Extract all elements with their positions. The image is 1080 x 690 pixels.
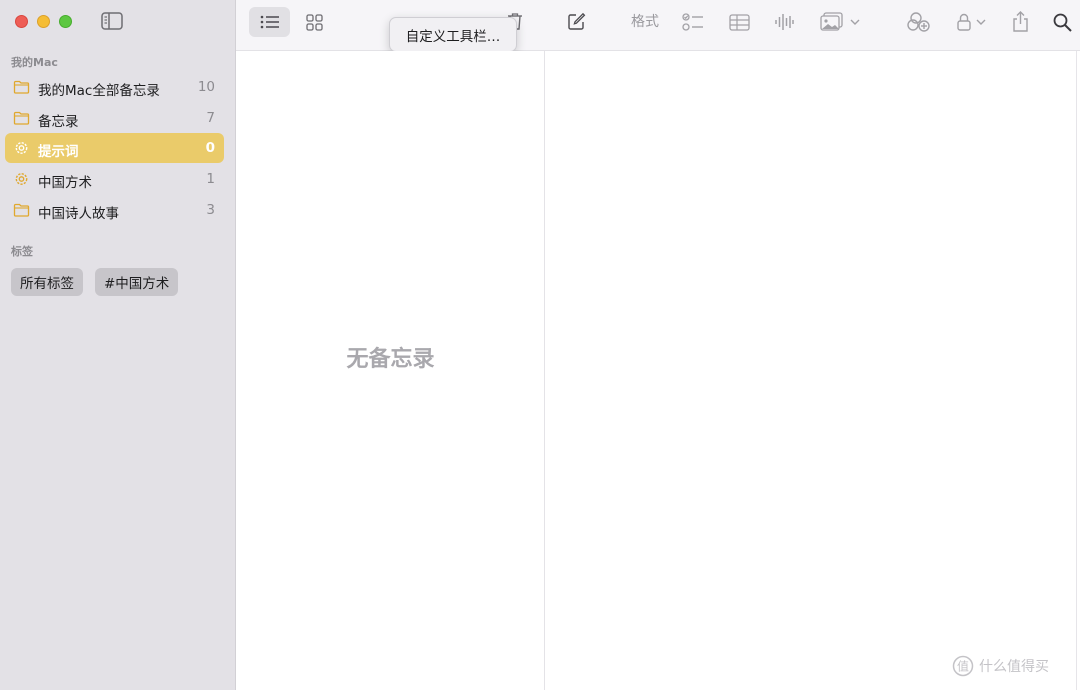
tag-all-tags[interactable]: 所有标签	[11, 268, 83, 296]
new-note-button[interactable]	[563, 8, 589, 34]
format-button[interactable]: 格式	[626, 10, 664, 32]
sidebar-folder-chinese-arts[interactable]: 中国方术 1	[5, 164, 224, 194]
folder-label: 我的Mac全部备忘录	[38, 83, 160, 99]
sidebar-toggle-icon[interactable]	[101, 12, 123, 30]
table-icon	[728, 13, 750, 31]
gallery-view-button[interactable]	[299, 7, 329, 37]
folder-count: 3	[206, 202, 215, 218]
checklist-icon	[682, 12, 704, 32]
media-button[interactable]	[816, 10, 864, 34]
gear-icon	[13, 171, 30, 187]
window-minimize-button[interactable]	[37, 15, 50, 28]
chevron-down-icon	[976, 18, 986, 26]
compose-icon	[567, 12, 586, 31]
checklist-button[interactable]	[680, 10, 706, 34]
folder-label: 提示词	[38, 144, 79, 160]
window-close-button[interactable]	[15, 15, 28, 28]
waveform-icon	[774, 13, 794, 31]
link-add-icon	[907, 11, 931, 33]
note-list: 无备忘录	[236, 51, 545, 690]
tag-chinese-arts[interactable]: #中国方术	[95, 268, 179, 296]
divider	[1076, 51, 1077, 690]
watermark-text: 什么值得买	[979, 659, 1049, 675]
table-button[interactable]	[726, 10, 752, 34]
section-title-my-mac: 我的Mac	[11, 56, 58, 69]
customize-toolbar-menu-item[interactable]: 自定义工具栏…	[389, 17, 517, 52]
folder-count: 0	[205, 140, 215, 156]
empty-notes-message: 无备忘录	[346, 347, 435, 372]
section-title-tags: 标签	[11, 245, 33, 258]
sidebar-folder-notes[interactable]: 备忘录 7	[5, 103, 224, 133]
chevron-down-icon	[850, 18, 860, 26]
sidebar-folder-all-mac-notes[interactable]: 我的Mac全部备忘录 10	[5, 72, 224, 102]
sidebar: 我的Mac 我的Mac全部备忘录 10 备忘录 7 提示词 0 中国方术 1 中…	[0, 0, 236, 690]
folder-count: 10	[197, 79, 215, 95]
share-button[interactable]	[1007, 8, 1033, 34]
list-icon	[260, 15, 280, 29]
grid-icon	[305, 13, 323, 31]
collaborate-button[interactable]	[906, 9, 932, 35]
list-view-button[interactable]	[249, 7, 290, 37]
sidebar-folder-chinese-poets[interactable]: 中国诗人故事 3	[5, 195, 224, 225]
lock-button[interactable]	[951, 10, 991, 34]
folder-count: 7	[206, 110, 215, 126]
photo-icon	[820, 12, 846, 32]
folder-count: 1	[206, 171, 215, 187]
svg-text:值: 值	[957, 659, 969, 674]
folder-label: 中国方术	[38, 175, 92, 191]
watermark: 值 什么值得买	[952, 655, 1049, 677]
folder-label: 中国诗人故事	[38, 206, 119, 222]
share-icon	[1012, 10, 1029, 32]
folder-icon	[13, 79, 30, 95]
search-icon	[1053, 13, 1072, 32]
note-editor[interactable]	[545, 51, 1076, 690]
window-zoom-button[interactable]	[59, 15, 72, 28]
gear-icon	[13, 140, 30, 156]
watermark-logo-icon: 值	[952, 655, 974, 677]
folder-label: 备忘录	[38, 114, 79, 130]
format-label: 格式	[631, 14, 659, 30]
folder-icon	[13, 202, 30, 218]
search-button[interactable]	[1049, 9, 1075, 35]
toolbar: 格式	[236, 0, 1080, 51]
lock-icon	[956, 13, 971, 31]
folder-icon	[13, 110, 30, 126]
audio-button[interactable]	[771, 10, 797, 34]
sidebar-folder-prompts[interactable]: 提示词 0	[5, 133, 224, 163]
